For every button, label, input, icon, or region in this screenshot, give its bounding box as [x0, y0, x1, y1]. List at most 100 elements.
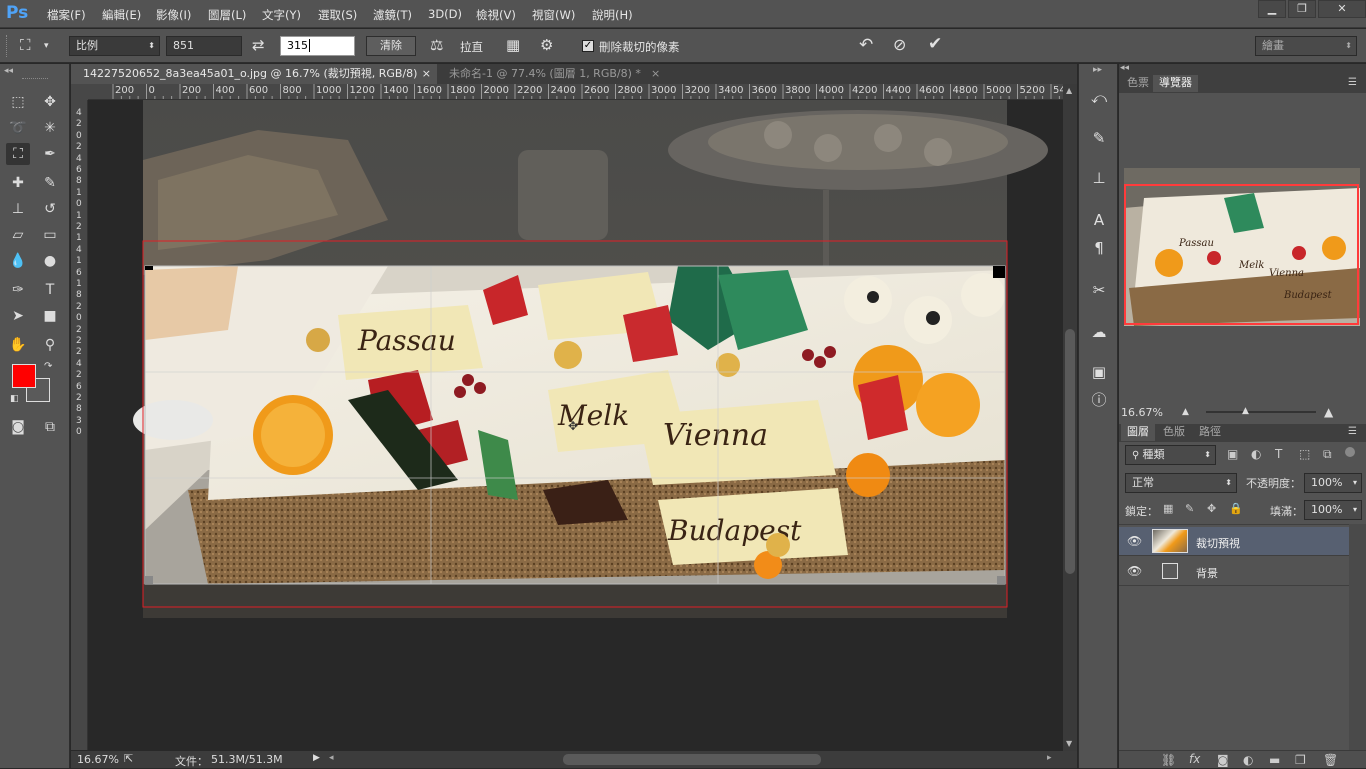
- close-button[interactable]: ✕: [1318, 0, 1366, 18]
- link-layers-icon[interactable]: ⛓: [1161, 753, 1176, 767]
- marquee-tool-icon[interactable]: ⬚: [6, 91, 30, 113]
- opacity-field[interactable]: 100% ▾: [1304, 473, 1362, 493]
- gradient-tool-icon[interactable]: ▭: [38, 224, 62, 246]
- tab-layers[interactable]: 圖層: [1121, 424, 1155, 441]
- creative-cloud-icon[interactable]: ☁: [1089, 322, 1109, 342]
- document-canvas[interactable]: Passau Melk Vienna Budapest ✥: [88, 100, 1063, 751]
- close-tab-icon[interactable]: ×: [422, 64, 431, 83]
- history-panel-icon[interactable]: ⤺: [1089, 88, 1109, 108]
- straighten-label[interactable]: 拉直: [460, 39, 483, 55]
- lock-pixels-icon[interactable]: ✎: [1185, 502, 1194, 515]
- filter-toggle[interactable]: [1345, 447, 1355, 457]
- menu-edit[interactable]: 編輯(E): [102, 7, 141, 23]
- menu-3d[interactable]: 3D(D): [428, 7, 462, 21]
- new-layer-icon[interactable]: ❐: [1295, 753, 1306, 767]
- paragraph-panel-icon[interactable]: ¶: [1089, 238, 1109, 258]
- lasso-tool-icon[interactable]: ➰: [6, 117, 30, 139]
- menu-help[interactable]: 說明(H): [592, 7, 633, 23]
- dodge-tool-icon[interactable]: ●: [38, 250, 62, 272]
- tab-navigator[interactable]: 導覽器: [1153, 75, 1198, 92]
- navigator-zoom[interactable]: 16.67%: [1121, 406, 1163, 419]
- swap-icon[interactable]: ⇄: [252, 36, 265, 54]
- info-panel-icon[interactable]: ⓘ: [1089, 390, 1109, 410]
- trash-icon[interactable]: 🗑: [1323, 753, 1338, 767]
- blur-tool-icon[interactable]: 💧: [6, 250, 30, 272]
- workspace-select[interactable]: 繪畫 ⬍: [1255, 36, 1357, 56]
- filter-pixel-icon[interactable]: ▣: [1227, 447, 1238, 461]
- collapse-icon[interactable]: ◂◂: [1120, 63, 1129, 73]
- crop-tool-icon[interactable]: ⛶: [6, 143, 30, 165]
- panel-menu-icon[interactable]: ☰: [1348, 77, 1357, 88]
- visibility-eye-icon[interactable]: 👁: [1127, 564, 1142, 578]
- filter-adjustment-icon[interactable]: ◐: [1251, 447, 1261, 461]
- zoom-level[interactable]: 16.67%: [77, 753, 119, 766]
- eyedropper-icon[interactable]: ✒: [38, 143, 62, 165]
- layer-name[interactable]: 背景: [1196, 565, 1218, 581]
- scroll-up-icon[interactable]: ▲: [1066, 86, 1072, 95]
- height-field[interactable]: 315: [280, 36, 355, 56]
- menu-type[interactable]: 文字(Y): [262, 7, 301, 23]
- scroll-right-icon[interactable]: ▸: [1047, 753, 1052, 763]
- menu-select[interactable]: 選取(S): [318, 7, 357, 23]
- brush-presets-icon[interactable]: ✎: [1089, 128, 1109, 148]
- hand-tool-icon[interactable]: ✋: [6, 334, 30, 356]
- cake-photo[interactable]: Passau Melk Vienna Budapest ✥: [88, 100, 1063, 751]
- menu-layer[interactable]: 圖層(L): [208, 7, 246, 23]
- delete-cropped-checkbox[interactable]: ✓: [582, 40, 594, 52]
- filter-type-icon[interactable]: T: [1275, 447, 1282, 461]
- history-brush-icon[interactable]: ↺: [38, 198, 62, 220]
- width-field[interactable]: 851: [166, 36, 242, 56]
- filter-shape-icon[interactable]: ⬚: [1299, 447, 1310, 461]
- horizontal-scroll-thumb[interactable]: [563, 754, 821, 765]
- visibility-eye-icon[interactable]: 👁: [1127, 534, 1142, 548]
- healing-brush-icon[interactable]: ✚: [6, 172, 30, 194]
- character-panel-icon[interactable]: A: [1089, 210, 1109, 230]
- zoom-in-icon[interactable]: ▲: [1324, 405, 1333, 419]
- reset-icon[interactable]: ↶: [859, 36, 873, 54]
- fill-field[interactable]: 100% ▾: [1304, 500, 1362, 520]
- default-colors-icon[interactable]: ◧: [10, 394, 19, 404]
- panel-menu-icon[interactable]: ☰: [1348, 426, 1357, 437]
- new-group-icon[interactable]: ▬: [1269, 753, 1280, 767]
- layer-filter-select[interactable]: ⚲ 種類 ⬍: [1125, 445, 1216, 465]
- restore-button[interactable]: ❐: [1288, 0, 1316, 18]
- eraser-icon[interactable]: ▱: [6, 224, 30, 246]
- lock-transparent-icon[interactable]: ▦: [1163, 502, 1173, 515]
- commit-check-icon[interactable]: ✔: [928, 35, 942, 53]
- scroll-left-icon[interactable]: ◂: [329, 753, 334, 763]
- expand-panels-icon[interactable]: ▸▸: [1093, 65, 1102, 75]
- tab-photo-document[interactable]: 14227520652_8a3ea45a01_o.jpg @ 16.7% (裁切…: [71, 64, 437, 84]
- collapse-icon[interactable]: ◂◂: [4, 66, 13, 76]
- fx-icon[interactable]: fx: [1189, 752, 1200, 766]
- crop-handle-bottom-left[interactable]: [145, 576, 153, 584]
- swap-colors-icon[interactable]: ↷: [44, 361, 52, 372]
- menu-file[interactable]: 檔案(F): [47, 7, 86, 23]
- vertical-scroll-thumb[interactable]: [1065, 329, 1075, 574]
- zoom-slider[interactable]: [1206, 411, 1316, 413]
- screen-mode-icon[interactable]: ⧉: [38, 416, 62, 438]
- zoom-out-icon[interactable]: ▲: [1182, 407, 1189, 417]
- zoom-tool-icon[interactable]: ⚲: [38, 334, 62, 356]
- grid-overlay-icon[interactable]: ▦: [506, 36, 520, 54]
- quick-mask-icon[interactable]: ◙: [6, 416, 30, 438]
- ratio-select[interactable]: 比例 ⬍: [69, 36, 160, 56]
- clone-stamp-icon[interactable]: ⊥: [6, 198, 30, 220]
- shape-tool-icon[interactable]: ■: [38, 305, 62, 327]
- layer-row-background[interactable]: 👁 背景: [1119, 557, 1349, 586]
- menu-window[interactable]: 視窗(W): [532, 7, 575, 23]
- crop-tool-preset-icon[interactable]: ⛶: [20, 36, 31, 54]
- layers-scrollbar[interactable]: [1349, 524, 1366, 751]
- straighten-icon[interactable]: ⚖: [430, 36, 443, 54]
- path-select-icon[interactable]: ➤: [6, 305, 30, 327]
- layer-row-crop-preview[interactable]: 👁 裁切預視: [1119, 527, 1349, 556]
- status-menu-arrow-icon[interactable]: ▶: [313, 753, 320, 763]
- tool-presets-icon[interactable]: ✂: [1089, 280, 1109, 300]
- cancel-icon[interactable]: ⊘: [893, 36, 906, 54]
- vertical-scrollbar[interactable]: ▲ ▼: [1063, 84, 1077, 751]
- adjustment-layer-icon[interactable]: ◐: [1243, 753, 1253, 767]
- menu-filter[interactable]: 濾鏡(T): [373, 7, 412, 23]
- navigator-thumbnail[interactable]: Passau Melk Vienna Budapest: [1124, 168, 1360, 326]
- lock-all-icon[interactable]: 🔒: [1229, 502, 1243, 515]
- gear-icon[interactable]: ⚙: [540, 36, 553, 54]
- crop-handle-top-right[interactable]: [993, 266, 1005, 278]
